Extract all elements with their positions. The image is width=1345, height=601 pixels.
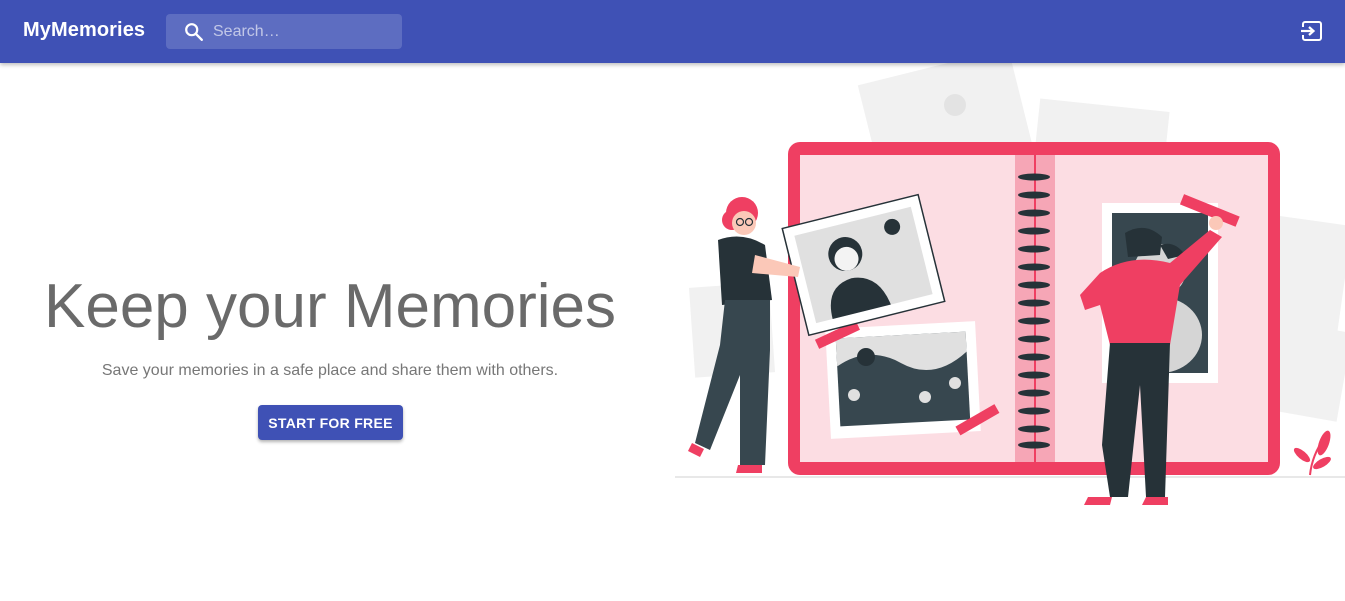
hero-section: Keep your Memories Save your memories in…	[0, 63, 660, 601]
hero-title: Keep your Memories	[43, 272, 617, 341]
login-icon[interactable]	[1296, 15, 1328, 47]
search-input[interactable]	[213, 14, 393, 49]
app-bar: MyMemories	[0, 0, 1345, 63]
hero-subtitle: Save your memories in a safe place and s…	[101, 362, 559, 379]
plant	[1293, 430, 1331, 476]
landscape-photo	[814, 320, 1000, 439]
app-brand[interactable]: MyMemories	[23, 19, 145, 42]
start-for-free-button[interactable]: START FOR FREE	[258, 405, 403, 440]
photo-album-illustration	[675, 47, 1345, 505]
search-box[interactable]	[166, 14, 402, 49]
search-icon	[185, 23, 203, 41]
